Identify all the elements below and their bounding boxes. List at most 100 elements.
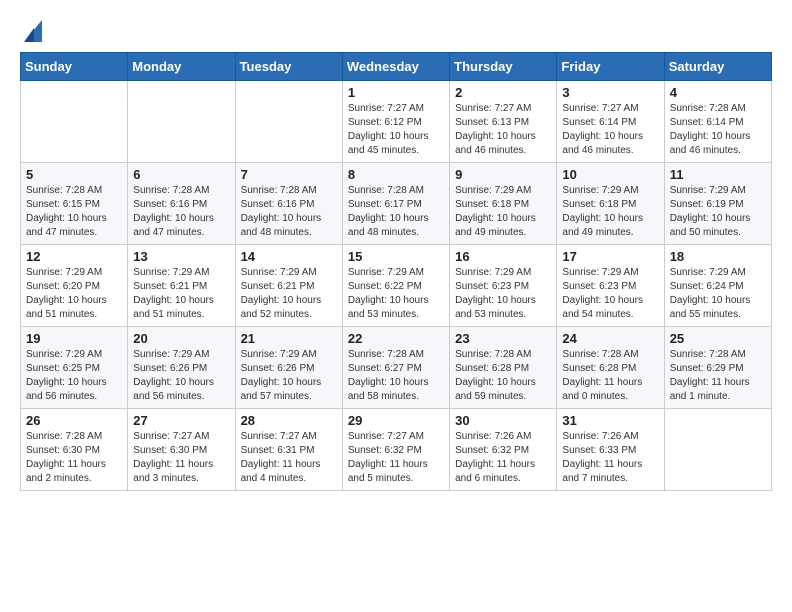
calendar-cell xyxy=(21,81,128,163)
day-info: Sunrise: 7:29 AM Sunset: 6:21 PM Dayligh… xyxy=(241,266,337,322)
weekday-header-saturday: Saturday xyxy=(664,53,771,81)
calendar-cell: 24 Sunrise: 7:28 AM Sunset: 6:28 PM Dayli… xyxy=(557,327,664,409)
day-info: Sunrise: 7:29 AM Sunset: 6:21 PM Dayligh… xyxy=(133,266,229,322)
calendar-cell: 19 Sunrise: 7:29 AM Sunset: 6:25 PM Dayli… xyxy=(21,327,128,409)
day-number: 3 xyxy=(562,85,658,100)
day-number: 16 xyxy=(455,249,551,264)
calendar-cell: 22 Sunrise: 7:28 AM Sunset: 6:27 PM Dayli… xyxy=(342,327,449,409)
day-number: 21 xyxy=(241,331,337,346)
day-info: Sunrise: 7:26 AM Sunset: 6:33 PM Dayligh… xyxy=(562,430,658,486)
day-number: 18 xyxy=(670,249,766,264)
calendar-cell: 25Sunrise: 7:28 AM Sunset: 6:29 PM Dayli… xyxy=(664,327,771,409)
calendar-cell: 18 Sunrise: 7:29 AM Sunset: 6:24 PM Dayli… xyxy=(664,245,771,327)
day-info: Sunrise: 7:27 AM Sunset: 6:12 PM Dayligh… xyxy=(348,102,444,158)
weekday-header-tuesday: Tuesday xyxy=(235,53,342,81)
day-info: Sunrise: 7:28 AM Sunset: 6:15 PM Dayligh… xyxy=(26,184,122,240)
day-info: Sunrise: 7:29 AM Sunset: 6:24 PM Dayligh… xyxy=(670,266,766,322)
calendar-cell: 2 Sunrise: 7:27 AM Sunset: 6:13 PM Daylig… xyxy=(450,81,557,163)
day-number: 4 xyxy=(670,85,766,100)
calendar-week-5: 26Sunrise: 7:28 AM Sunset: 6:30 PM Dayli… xyxy=(21,409,772,491)
day-number: 1 xyxy=(348,85,444,100)
day-info: Sunrise: 7:29 AM Sunset: 6:23 PM Dayligh… xyxy=(562,266,658,322)
weekday-header-row: SundayMondayTuesdayWednesdayThursdayFrid… xyxy=(21,53,772,81)
day-info: Sunrise: 7:29 AM Sunset: 6:22 PM Dayligh… xyxy=(348,266,444,322)
calendar-cell: 20Sunrise: 7:29 AM Sunset: 6:26 PM Dayli… xyxy=(128,327,235,409)
day-number: 7 xyxy=(241,167,337,182)
weekday-header-friday: Friday xyxy=(557,53,664,81)
day-info: Sunrise: 7:27 AM Sunset: 6:13 PM Dayligh… xyxy=(455,102,551,158)
day-number: 20 xyxy=(133,331,229,346)
day-info: Sunrise: 7:28 AM Sunset: 6:17 PM Dayligh… xyxy=(348,184,444,240)
calendar-week-3: 12 Sunrise: 7:29 AM Sunset: 6:20 PM Dayli… xyxy=(21,245,772,327)
calendar-cell: 28 Sunrise: 7:27 AM Sunset: 6:31 PM Dayli… xyxy=(235,409,342,491)
day-number: 24 xyxy=(562,331,658,346)
calendar-cell: 26Sunrise: 7:28 AM Sunset: 6:30 PM Dayli… xyxy=(21,409,128,491)
day-info: Sunrise: 7:28 AM Sunset: 6:28 PM Dayligh… xyxy=(455,348,551,404)
weekday-header-sunday: Sunday xyxy=(21,53,128,81)
calendar-cell: 8 Sunrise: 7:28 AM Sunset: 6:17 PM Daylig… xyxy=(342,163,449,245)
day-number: 5 xyxy=(26,167,122,182)
day-number: 12 xyxy=(26,249,122,264)
day-info: Sunrise: 7:28 AM Sunset: 6:14 PM Dayligh… xyxy=(670,102,766,158)
day-info: Sunrise: 7:29 AM Sunset: 6:25 PM Dayligh… xyxy=(26,348,122,404)
day-number: 30 xyxy=(455,413,551,428)
day-number: 28 xyxy=(241,413,337,428)
day-info: Sunrise: 7:27 AM Sunset: 6:31 PM Dayligh… xyxy=(241,430,337,486)
calendar-cell: 9 Sunrise: 7:29 AM Sunset: 6:18 PM Daylig… xyxy=(450,163,557,245)
calendar-cell: 13 Sunrise: 7:29 AM Sunset: 6:21 PM Dayli… xyxy=(128,245,235,327)
calendar-cell: 3 Sunrise: 7:27 AM Sunset: 6:14 PM Daylig… xyxy=(557,81,664,163)
day-number: 22 xyxy=(348,331,444,346)
calendar-cell: 16Sunrise: 7:29 AM Sunset: 6:23 PM Dayli… xyxy=(450,245,557,327)
day-number: 14 xyxy=(241,249,337,264)
weekday-header-thursday: Thursday xyxy=(450,53,557,81)
day-info: Sunrise: 7:29 AM Sunset: 6:18 PM Dayligh… xyxy=(455,184,551,240)
day-info: Sunrise: 7:27 AM Sunset: 6:14 PM Dayligh… xyxy=(562,102,658,158)
day-number: 27 xyxy=(133,413,229,428)
day-number: 25 xyxy=(670,331,766,346)
calendar-cell xyxy=(235,81,342,163)
logo xyxy=(20,18,42,42)
calendar-cell: 12 Sunrise: 7:29 AM Sunset: 6:20 PM Dayli… xyxy=(21,245,128,327)
day-info: Sunrise: 7:28 AM Sunset: 6:16 PM Dayligh… xyxy=(133,184,229,240)
calendar-cell: 10Sunrise: 7:29 AM Sunset: 6:18 PM Dayli… xyxy=(557,163,664,245)
calendar-cell xyxy=(128,81,235,163)
calendar-cell: 6Sunrise: 7:28 AM Sunset: 6:16 PM Daylig… xyxy=(128,163,235,245)
day-number: 23 xyxy=(455,331,551,346)
calendar-cell xyxy=(664,409,771,491)
weekday-header-wednesday: Wednesday xyxy=(342,53,449,81)
day-number: 17 xyxy=(562,249,658,264)
calendar-week-1: 1 Sunrise: 7:27 AM Sunset: 6:12 PM Daylig… xyxy=(21,81,772,163)
day-info: Sunrise: 7:29 AM Sunset: 6:26 PM Dayligh… xyxy=(241,348,337,404)
calendar-cell: 29 Sunrise: 7:27 AM Sunset: 6:32 PM Dayli… xyxy=(342,409,449,491)
logo-icon xyxy=(24,20,42,42)
day-info: Sunrise: 7:29 AM Sunset: 6:20 PM Dayligh… xyxy=(26,266,122,322)
calendar-cell: 30Sunrise: 7:26 AM Sunset: 6:32 PM Dayli… xyxy=(450,409,557,491)
day-info: Sunrise: 7:28 AM Sunset: 6:27 PM Dayligh… xyxy=(348,348,444,404)
calendar-cell: 1 Sunrise: 7:27 AM Sunset: 6:12 PM Daylig… xyxy=(342,81,449,163)
calendar-cell: 11Sunrise: 7:29 AM Sunset: 6:19 PM Dayli… xyxy=(664,163,771,245)
day-number: 19 xyxy=(26,331,122,346)
day-info: Sunrise: 7:28 AM Sunset: 6:16 PM Dayligh… xyxy=(241,184,337,240)
calendar-cell: 27Sunrise: 7:27 AM Sunset: 6:30 PM Dayli… xyxy=(128,409,235,491)
calendar-cell: 5 Sunrise: 7:28 AM Sunset: 6:15 PM Daylig… xyxy=(21,163,128,245)
day-info: Sunrise: 7:29 AM Sunset: 6:18 PM Dayligh… xyxy=(562,184,658,240)
calendar-cell: 14 Sunrise: 7:29 AM Sunset: 6:21 PM Dayli… xyxy=(235,245,342,327)
calendar-table: SundayMondayTuesdayWednesdayThursdayFrid… xyxy=(20,52,772,491)
day-number: 15 xyxy=(348,249,444,264)
day-info: Sunrise: 7:28 AM Sunset: 6:28 PM Dayligh… xyxy=(562,348,658,404)
day-info: Sunrise: 7:28 AM Sunset: 6:30 PM Dayligh… xyxy=(26,430,122,486)
calendar-cell: 15 Sunrise: 7:29 AM Sunset: 6:22 PM Dayli… xyxy=(342,245,449,327)
page: SundayMondayTuesdayWednesdayThursdayFrid… xyxy=(0,0,792,612)
calendar-cell: 7 Sunrise: 7:28 AM Sunset: 6:16 PM Daylig… xyxy=(235,163,342,245)
day-number: 9 xyxy=(455,167,551,182)
day-number: 2 xyxy=(455,85,551,100)
day-number: 8 xyxy=(348,167,444,182)
calendar-week-2: 5 Sunrise: 7:28 AM Sunset: 6:15 PM Daylig… xyxy=(21,163,772,245)
day-number: 29 xyxy=(348,413,444,428)
day-number: 13 xyxy=(133,249,229,264)
calendar-week-4: 19 Sunrise: 7:29 AM Sunset: 6:25 PM Dayli… xyxy=(21,327,772,409)
day-info: Sunrise: 7:27 AM Sunset: 6:32 PM Dayligh… xyxy=(348,430,444,486)
calendar-cell: 23 Sunrise: 7:28 AM Sunset: 6:28 PM Dayli… xyxy=(450,327,557,409)
day-number: 11 xyxy=(670,167,766,182)
weekday-header-monday: Monday xyxy=(128,53,235,81)
